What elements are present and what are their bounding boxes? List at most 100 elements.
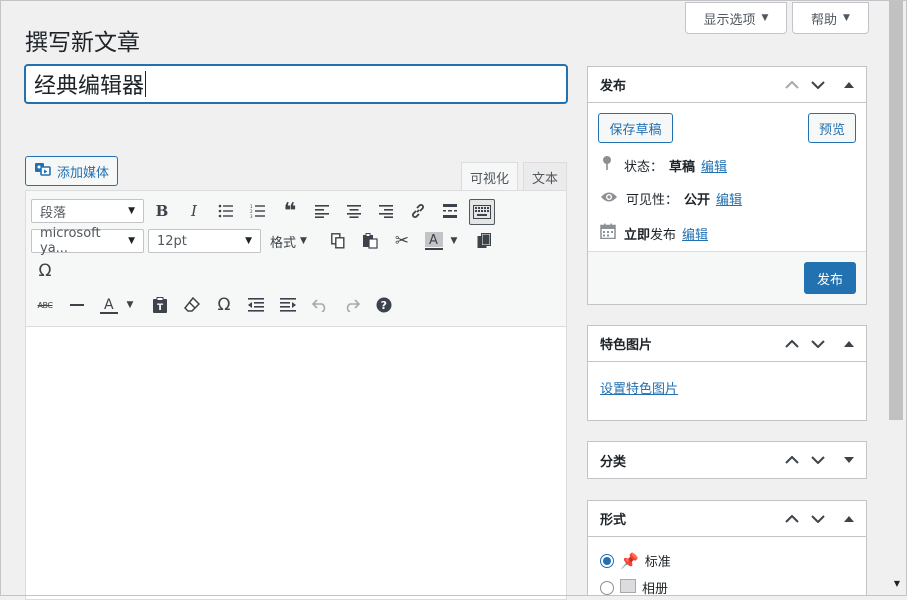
- move-up-icon[interactable]: [779, 326, 805, 362]
- font-size-value: 12pt: [157, 233, 187, 249]
- tab-text-label: 文本: [531, 172, 558, 187]
- link-icon[interactable]: [406, 199, 430, 223]
- collapse-toggle-icon[interactable]: [836, 326, 862, 362]
- block-format-select[interactable]: 段落 ▼: [31, 199, 144, 223]
- italic-icon[interactable]: I: [182, 199, 206, 223]
- toolbar-toggle-icon[interactable]: [469, 199, 495, 225]
- format-option-gallery[interactable]: 相册: [600, 578, 668, 597]
- text-color-icon[interactable]: A: [97, 293, 121, 317]
- blockquote-icon[interactable]: ❝: [278, 199, 302, 224]
- help-button[interactable]: 帮助 ▼: [792, 2, 869, 34]
- collapse-toggle-icon[interactable]: [836, 67, 862, 103]
- move-up-icon[interactable]: [779, 501, 805, 537]
- publish-button[interactable]: 发布: [804, 262, 856, 294]
- caret-down-icon[interactable]: ▼: [122, 293, 138, 317]
- move-down-icon[interactable]: [805, 501, 831, 537]
- media-icon: [34, 161, 52, 181]
- keyboard-shortcuts-help-icon[interactable]: ?: [372, 293, 396, 317]
- undo-icon[interactable]: [308, 293, 332, 317]
- move-down-icon[interactable]: [805, 326, 831, 362]
- save-draft-button[interactable]: 保存草稿: [598, 113, 673, 143]
- align-left-icon[interactable]: [310, 199, 334, 223]
- scrollbar-thumb[interactable]: [889, 0, 903, 420]
- align-right-icon[interactable]: [374, 199, 398, 223]
- screen-options-button[interactable]: 显示选项 ▼: [685, 2, 787, 34]
- schedule-label: 立即: [624, 227, 651, 243]
- dropdown-arrow-icon: ▼: [128, 206, 135, 216]
- format-gallery-radio[interactable]: [600, 580, 614, 595]
- paste-as-text-icon[interactable]: T: [148, 293, 172, 317]
- indent-icon[interactable]: [276, 293, 300, 317]
- outdent-icon[interactable]: [244, 293, 268, 317]
- edit-visibility-link[interactable]: 编辑: [716, 189, 742, 208]
- add-media-button[interactable]: 添加媒体: [25, 156, 118, 186]
- clear-formatting-icon[interactable]: [180, 293, 204, 317]
- cut-icon[interactable]: ✂: [390, 229, 414, 253]
- tab-text[interactable]: 文本: [523, 162, 567, 192]
- font-family-select[interactable]: microsoft ya... ▼: [31, 226, 144, 256]
- visibility-row: 可见性： 公开 编辑: [600, 189, 742, 208]
- formats-menu[interactable]: 格式 ▼: [270, 229, 307, 253]
- format-standard-label: 标准: [644, 555, 671, 570]
- redo-icon[interactable]: [340, 293, 364, 317]
- post-format-title: 形式: [600, 513, 627, 528]
- svg-text:A: A: [429, 233, 438, 248]
- move-up-icon[interactable]: [779, 442, 805, 478]
- read-more-icon[interactable]: [438, 199, 462, 223]
- post-title-input[interactable]: 经典编辑器: [24, 64, 568, 104]
- strikethrough-icon[interactable]: ABC: [33, 293, 57, 317]
- preview-button[interactable]: 预览: [808, 113, 856, 143]
- editor-toolbar: 段落 ▼ B I 123 ❝ microsoft ya... ▼ 12pt ▼ …: [26, 191, 566, 327]
- publish-box-header: 发布: [588, 67, 866, 103]
- background-color-icon[interactable]: A: [422, 229, 446, 253]
- caret-down-icon: ▼: [843, 13, 850, 23]
- categories-header[interactable]: 分类: [588, 442, 866, 478]
- move-down-icon[interactable]: [805, 442, 831, 478]
- save-draft-label: 保存草稿: [609, 122, 662, 138]
- font-size-select[interactable]: 12pt ▼: [148, 229, 261, 253]
- collapse-toggle-icon[interactable]: [836, 501, 862, 537]
- font-family-value: microsoft ya...: [40, 226, 101, 256]
- publish-actions: 发布: [588, 251, 866, 304]
- edit-status-link[interactable]: 编辑: [701, 156, 727, 175]
- categories-title: 分类: [600, 454, 627, 470]
- tab-visual[interactable]: 可视化: [461, 162, 518, 192]
- special-character-icon[interactable]: Ω: [33, 259, 57, 283]
- bold-icon[interactable]: B: [150, 199, 174, 223]
- caret-down-icon[interactable]: ▼: [446, 229, 462, 253]
- align-center-icon[interactable]: [342, 199, 366, 223]
- pushpin-icon: 📌: [620, 551, 639, 570]
- format-option-standard[interactable]: 📌 标准: [600, 551, 671, 570]
- paste-icon[interactable]: [358, 229, 382, 253]
- svg-text:T: T: [157, 303, 164, 313]
- horizontal-line-icon[interactable]: [65, 293, 89, 317]
- copy-icon[interactable]: [326, 229, 350, 253]
- format-standard-radio[interactable]: [600, 553, 614, 568]
- expand-toggle-icon[interactable]: [836, 442, 862, 478]
- format-gallery-label: 相册: [642, 582, 669, 597]
- set-featured-image-link[interactable]: 设置特色图片: [600, 378, 678, 397]
- text-cursor: [145, 71, 147, 97]
- preview-label: 预览: [818, 122, 845, 138]
- copy-stack-icon[interactable]: [472, 229, 496, 253]
- dropdown-arrow-icon: ▼: [245, 236, 252, 246]
- post-status-row: 状态： 草稿 编辑: [600, 155, 727, 175]
- special-character-icon[interactable]: Ω: [212, 293, 236, 317]
- featured-image-box: 特色图片 设置特色图片: [587, 325, 867, 421]
- move-down-icon[interactable]: [805, 67, 831, 103]
- classic-editor: 段落 ▼ B I 123 ❝ microsoft ya... ▼ 12pt ▼ …: [25, 190, 567, 600]
- calendar-icon: [600, 223, 616, 243]
- add-media-label: 添加媒体: [56, 165, 109, 181]
- schedule-suffix: 发布: [650, 227, 677, 243]
- svg-text:?: ?: [381, 299, 387, 312]
- bulleted-list-icon[interactable]: [214, 199, 238, 223]
- caret-down-icon: ▼: [761, 13, 769, 23]
- status-label: 状态：: [624, 159, 664, 175]
- scroll-down-arrow-icon[interactable]: ▼: [890, 576, 904, 590]
- move-up-icon[interactable]: [779, 67, 805, 103]
- featured-image-title: 特色图片: [600, 338, 653, 353]
- svg-text:A: A: [104, 297, 114, 313]
- edit-schedule-link[interactable]: 编辑: [682, 224, 708, 243]
- numbered-list-icon[interactable]: 123: [246, 199, 270, 223]
- editor-content-area[interactable]: [26, 327, 566, 599]
